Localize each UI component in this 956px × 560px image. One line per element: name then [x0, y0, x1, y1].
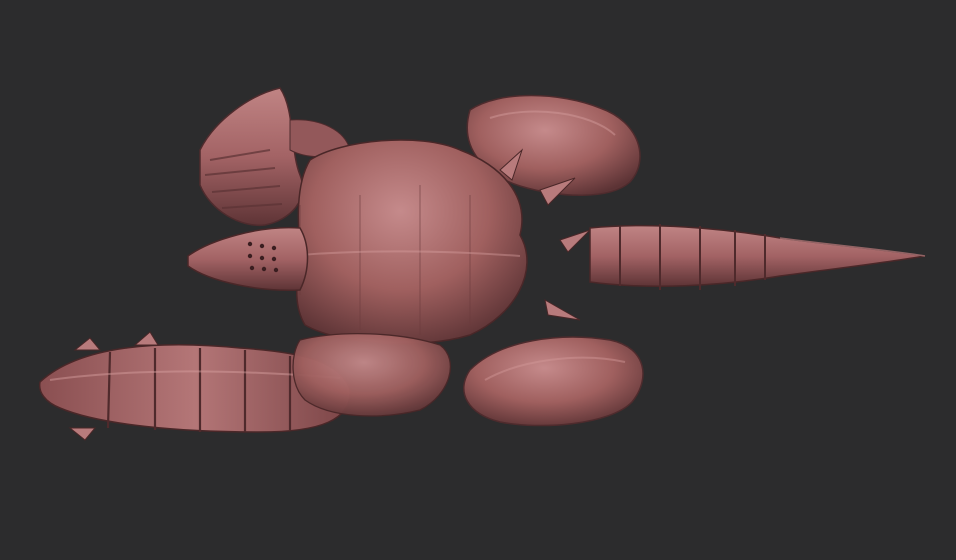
sculpt-viewport[interactable]: [0, 0, 956, 560]
body-shell: [295, 139, 528, 345]
sculpt-render: [38, 87, 926, 441]
lower-right-boulder: [463, 336, 644, 427]
head: [187, 226, 309, 292]
tail: [589, 224, 926, 290]
lower-joint: [292, 333, 451, 417]
